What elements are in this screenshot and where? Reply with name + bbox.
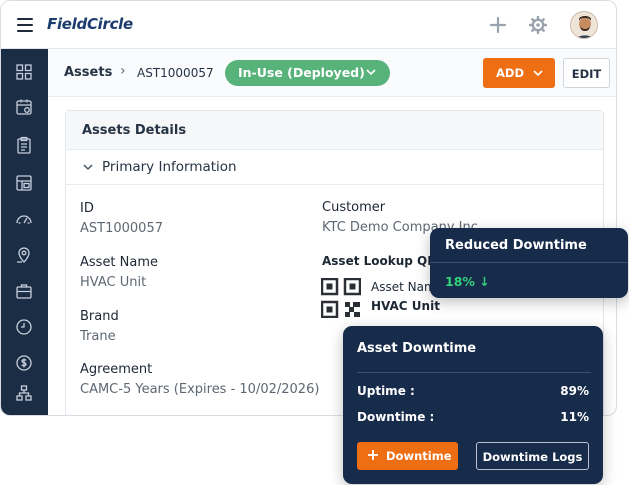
asset-downtime-popover: Asset Downtime Uptime : 89% Downtime : 1… <box>343 326 603 484</box>
app-logo[interactable]: FieldCircle <box>47 15 133 33</box>
breadcrumb: Assets › AST1000057 In-Use (Deployed) AD… <box>48 49 616 97</box>
menu-icon[interactable] <box>17 18 33 32</box>
qr-asset-name-value: HVAC Unit <box>371 299 440 313</box>
id-label: ID <box>80 201 94 216</box>
divider <box>357 372 591 373</box>
uptime-label: Uptime : <box>357 384 415 398</box>
plus-icon <box>368 449 382 463</box>
edit-button[interactable]: EDIT <box>563 58 610 88</box>
clipboard-icon[interactable] <box>15 136 33 154</box>
card-title: Assets Details <box>82 123 187 138</box>
reduced-downtime-value: 18% ↓ <box>445 274 490 289</box>
card-header: Assets Details <box>66 111 603 150</box>
section-title: Primary Information <box>102 159 237 175</box>
agreement-label: Agreement <box>80 362 153 377</box>
chevron-down-icon <box>533 65 543 86</box>
inventory-icon[interactable] <box>15 174 33 192</box>
chevron-right-icon: › <box>120 63 126 79</box>
divider <box>430 262 628 263</box>
status-dropdown[interactable]: In-Use (Deployed) <box>225 60 390 86</box>
gear-icon[interactable] <box>528 15 548 35</box>
primary-information-toggle[interactable]: Primary Information <box>66 150 603 185</box>
id-value: AST1000057 <box>80 221 163 236</box>
asset-name-value: HVAC Unit <box>80 275 147 290</box>
breadcrumb-assets-link[interactable]: Assets <box>64 65 112 80</box>
brand-value: Trane <box>80 329 116 344</box>
calendar-icon[interactable] <box>15 98 33 116</box>
downtime-value: 11% <box>560 410 589 424</box>
chevron-down-icon <box>366 63 376 84</box>
sidebar <box>1 49 48 415</box>
brand-label: Brand <box>80 309 119 324</box>
dollar-icon[interactable] <box>15 354 33 372</box>
status-label: In-Use (Deployed) <box>238 65 365 80</box>
agreement-value[interactable]: CAMC-5 Years (Expires - 10/02/2026) <box>80 382 319 397</box>
downtime-button-label: Downtime <box>386 449 452 463</box>
reduced-downtime-title: Reduced Downtime <box>445 238 587 253</box>
customer-label: Customer <box>322 200 386 215</box>
breadcrumb-asset-id: AST1000057 <box>137 66 214 80</box>
add-downtime-button[interactable]: Downtime <box>357 442 458 470</box>
dashboard-icon[interactable] <box>15 63 33 81</box>
location-icon[interactable] <box>15 246 33 264</box>
reduced-downtime-percent: 18% <box>445 274 475 289</box>
chevron-down-icon <box>82 160 94 177</box>
top-bar: FieldCircle <box>1 1 616 49</box>
hierarchy-icon[interactable] <box>15 384 33 402</box>
arrow-down-icon: ↓ <box>479 274 490 289</box>
reduced-downtime-popover: Reduced Downtime 18% ↓ <box>430 228 628 298</box>
downtime-logs-button[interactable]: Downtime Logs <box>476 442 589 470</box>
add-button[interactable]: ADD <box>483 58 555 88</box>
briefcase-icon[interactable] <box>15 282 33 300</box>
asset-downtime-title: Asset Downtime <box>357 341 477 356</box>
gauge-icon[interactable] <box>15 210 33 228</box>
uptime-value: 89% <box>560 384 589 398</box>
downtime-label: Downtime : <box>357 410 435 424</box>
avatar[interactable] <box>570 11 598 39</box>
asset-name-label: Asset Name <box>80 255 159 270</box>
clock-icon[interactable] <box>15 318 33 336</box>
add-button-label: ADD <box>496 66 524 80</box>
qr-code-icon[interactable] <box>320 277 362 319</box>
plus-icon[interactable] <box>489 16 507 34</box>
